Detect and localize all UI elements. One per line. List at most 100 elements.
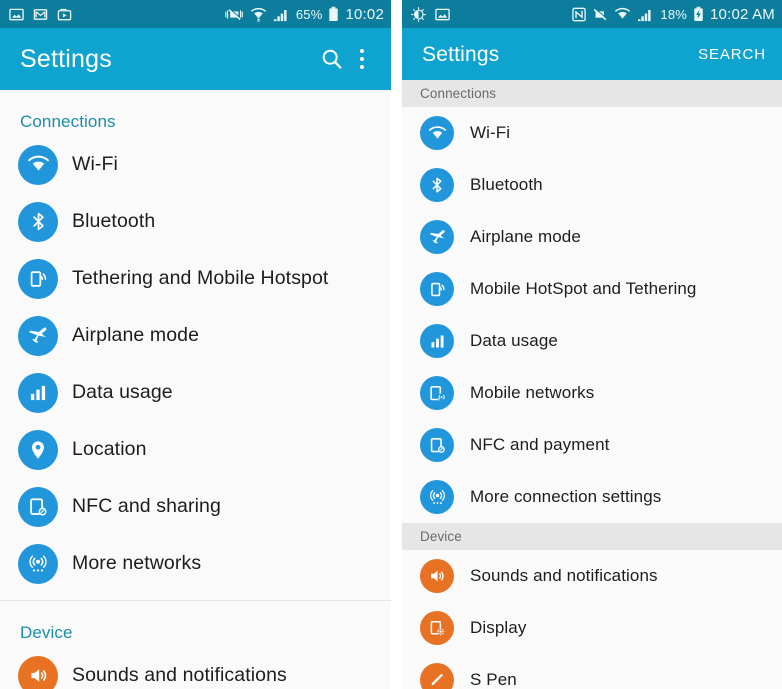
bar-chart-icon bbox=[18, 372, 58, 413]
airplane-icon bbox=[420, 220, 454, 254]
clock-label: 10:02 AM bbox=[710, 5, 775, 23]
gmail-icon bbox=[33, 7, 48, 22]
list-item-label: More networks bbox=[72, 552, 202, 574]
display-icon bbox=[420, 611, 454, 645]
list-item-label: S Pen bbox=[470, 670, 517, 689]
list-item-label: Location bbox=[72, 438, 147, 460]
page-title: Settings bbox=[20, 44, 112, 73]
left-action-bar: Settings bbox=[0, 28, 391, 90]
wifi-icon bbox=[250, 7, 267, 22]
wifi-icon bbox=[614, 7, 631, 22]
list-item-sounds-and-notifications[interactable]: Sounds and notifications bbox=[0, 647, 391, 689]
list-item-label: Mobile HotSpot and Tethering bbox=[470, 279, 697, 298]
list-item-tethering-hotspot[interactable]: Tethering and Mobile Hotspot bbox=[0, 250, 391, 307]
battery-percent-label: 65% bbox=[295, 6, 323, 22]
list-item-airplane-mode[interactable]: Airplane mode bbox=[402, 211, 782, 263]
right-status-icons-right: 18% 10:02 AM bbox=[572, 6, 775, 23]
list-item-data-usage[interactable]: Data usage bbox=[402, 315, 782, 367]
list-item-airplane-mode[interactable]: Airplane mode bbox=[0, 307, 391, 364]
list-item-location[interactable]: Location bbox=[0, 421, 391, 478]
right-action-bar: Settings SEARCH bbox=[402, 28, 782, 80]
bluetooth-icon bbox=[18, 201, 58, 242]
mobile-network-icon bbox=[420, 376, 454, 410]
wifi-icon bbox=[420, 116, 454, 150]
list-item-wifi[interactable]: Wi-Fi bbox=[0, 136, 391, 193]
list-item-label: NFC and payment bbox=[470, 435, 610, 454]
location-pin-icon bbox=[18, 429, 58, 470]
page-title: Settings bbox=[422, 42, 500, 66]
right-settings-list: Connections Wi-Fi Bluetooth Airplane mod… bbox=[402, 80, 782, 689]
hotspot-icon bbox=[420, 272, 454, 306]
list-item-display[interactable]: Display bbox=[402, 602, 782, 654]
brightness-icon bbox=[411, 6, 426, 22]
spen-icon bbox=[420, 663, 454, 689]
battery-percent-label: 18% bbox=[660, 6, 688, 22]
clock-label: 10:02 bbox=[345, 5, 384, 23]
list-item-bluetooth[interactable]: Bluetooth bbox=[0, 193, 391, 250]
list-item-wifi[interactable]: Wi-Fi bbox=[402, 107, 782, 159]
list-item-label: Airplane mode bbox=[470, 227, 581, 246]
search-button[interactable]: SEARCH bbox=[698, 46, 766, 63]
broadcast-icon bbox=[18, 543, 58, 584]
list-item-nfc-and-payment[interactable]: NFC and payment bbox=[402, 419, 782, 471]
list-item-label: Mobile networks bbox=[470, 383, 595, 402]
bar-chart-icon bbox=[420, 324, 454, 358]
section-header-device: Device bbox=[402, 523, 782, 550]
play-store-icon bbox=[57, 7, 72, 22]
list-item-sounds-and-notifications[interactable]: Sounds and notifications bbox=[402, 550, 782, 602]
dual-phone-comparison: 65% 10:02 Settings Connections Wi-Fi Blu… bbox=[0, 0, 782, 689]
left-status-icons-left bbox=[9, 7, 72, 22]
list-item-label: Wi-Fi bbox=[470, 123, 511, 142]
image-icon bbox=[9, 7, 24, 22]
list-item-mobile-hotspot-and-tethering[interactable]: Mobile HotSpot and Tethering bbox=[402, 263, 782, 315]
list-item-label: More connection settings bbox=[470, 487, 662, 506]
left-settings-list: Connections Wi-Fi Bluetooth Tethering an… bbox=[0, 90, 391, 689]
list-item-label: NFC and sharing bbox=[72, 495, 221, 517]
left-phone-screen: 65% 10:02 Settings Connections Wi-Fi Blu… bbox=[0, 0, 391, 689]
right-phone-screen: 18% 10:02 AM Settings SEARCH Connections bbox=[391, 0, 782, 689]
signal-bars-icon bbox=[273, 7, 290, 22]
more-vertical-icon[interactable] bbox=[349, 42, 375, 76]
wifi-icon bbox=[18, 144, 58, 185]
list-item-data-usage[interactable]: Data usage bbox=[0, 364, 391, 421]
bluetooth-icon bbox=[420, 168, 454, 202]
nfc-share-icon bbox=[420, 428, 454, 462]
hotspot-icon bbox=[18, 258, 58, 299]
list-item-label: Bluetooth bbox=[470, 175, 543, 194]
list-item-label: Tethering and Mobile Hotspot bbox=[72, 267, 329, 289]
vibrate-muted-icon bbox=[225, 7, 244, 22]
search-icon[interactable] bbox=[315, 42, 349, 76]
left-status-icons-right: 65% 10:02 bbox=[225, 6, 384, 23]
list-item-label: Data usage bbox=[72, 381, 173, 403]
battery-icon bbox=[328, 6, 339, 22]
broadcast-icon bbox=[420, 480, 454, 514]
airplane-icon bbox=[18, 315, 58, 356]
list-item-mobile-networks[interactable]: Mobile networks bbox=[402, 367, 782, 419]
section-header-connections: Connections bbox=[20, 112, 116, 131]
section-header-device: Device bbox=[20, 623, 73, 642]
speaker-icon bbox=[18, 655, 58, 689]
left-status-bar: 65% 10:02 bbox=[0, 0, 391, 28]
list-item-label: Sounds and notifications bbox=[72, 664, 287, 686]
battery-charging-icon bbox=[693, 6, 704, 22]
list-item-s-pen[interactable]: S Pen bbox=[402, 654, 782, 689]
panel-gap bbox=[391, 0, 402, 689]
list-item-label: Sounds and notifications bbox=[470, 566, 658, 585]
nfc-icon bbox=[572, 7, 587, 22]
list-item-label: Wi-Fi bbox=[72, 153, 118, 175]
right-status-icons-left bbox=[411, 6, 450, 22]
list-item-more-connection-settings[interactable]: More connection settings bbox=[402, 471, 782, 523]
list-item-label: Airplane mode bbox=[72, 324, 200, 346]
list-item-nfc-and-sharing[interactable]: NFC and sharing bbox=[0, 478, 391, 535]
list-item-label: Data usage bbox=[470, 331, 558, 350]
list-item-more-networks[interactable]: More networks bbox=[0, 535, 391, 592]
section-header-connections: Connections bbox=[402, 80, 782, 107]
signal-bars-icon bbox=[637, 7, 654, 22]
right-status-bar: 18% 10:02 AM bbox=[402, 0, 782, 28]
list-item-label: Display bbox=[470, 618, 527, 637]
nfc-share-icon bbox=[18, 486, 58, 527]
vibrate-muted-icon bbox=[592, 7, 608, 22]
list-item-bluetooth[interactable]: Bluetooth bbox=[402, 159, 782, 211]
image-icon bbox=[435, 7, 450, 22]
list-item-label: Bluetooth bbox=[72, 210, 156, 232]
